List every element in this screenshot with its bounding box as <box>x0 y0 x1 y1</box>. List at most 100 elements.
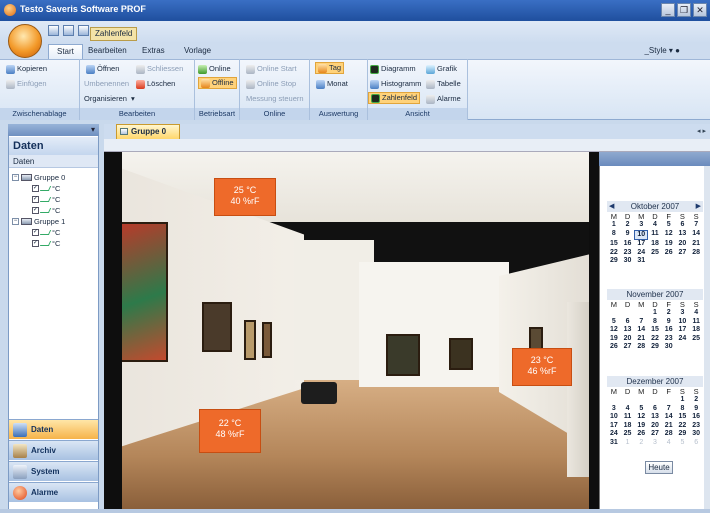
calendar-day[interactable]: 25 <box>648 249 662 258</box>
tab-scroll-arrows[interactable]: ◂ ▸ <box>697 127 706 135</box>
table-button[interactable]: Tabelle <box>426 78 461 90</box>
calendar-day[interactable]: 9 <box>689 405 703 414</box>
calendar-day[interactable]: 15 <box>648 326 662 335</box>
sensor-field[interactable]: 22 °C 48 %rF <box>199 409 261 453</box>
help-icon[interactable]: ● <box>675 46 680 55</box>
calendar-day[interactable]: 5 <box>607 318 621 327</box>
delete-button[interactable]: Löschen <box>136 78 175 90</box>
print-icon[interactable] <box>63 25 74 36</box>
calendar-day[interactable]: 23 <box>621 249 635 258</box>
sensor-field[interactable]: 23 °C 46 %rF <box>512 348 572 386</box>
tree-channel[interactable]: °C <box>32 183 60 194</box>
calendar-day[interactable]: 17 <box>676 326 690 335</box>
calendar-day[interactable]: 30 <box>662 343 676 352</box>
calendar-day[interactable]: 11 <box>621 413 635 422</box>
calendar-day[interactable]: 17 <box>634 240 648 249</box>
calendar-day[interactable]: 21 <box>634 335 648 344</box>
tree-group-0[interactable]: − Gruppe 0 <box>12 172 65 183</box>
tab-start[interactable]: Start <box>48 44 83 59</box>
calendar-day[interactable]: 27 <box>621 343 635 352</box>
calendar-day[interactable]: 15 <box>607 240 621 249</box>
calendar-day[interactable]: 1 <box>676 396 690 405</box>
calendar-day[interactable]: 31 <box>634 257 648 266</box>
calendar-day[interactable]: 9 <box>621 230 635 241</box>
calendar-day[interactable]: 14 <box>662 413 676 422</box>
calendar-day[interactable]: 8 <box>607 230 621 241</box>
sensor-field[interactable]: 25 °C 40 %rF <box>214 178 276 216</box>
calendar-day[interactable]: 7 <box>634 318 648 327</box>
calendar-day[interactable]: 2 <box>689 396 703 405</box>
calendar-day[interactable]: 6 <box>676 221 690 230</box>
checkbox[interactable] <box>32 240 39 247</box>
calendar-day[interactable]: 4 <box>621 405 635 414</box>
save-icon[interactable] <box>48 25 59 36</box>
calendar-day[interactable]: 12 <box>607 326 621 335</box>
calendar-day[interactable]: 28 <box>662 430 676 439</box>
calendar-day[interactable]: 7 <box>689 221 703 230</box>
calendar-day[interactable]: 19 <box>634 422 648 431</box>
close-icon[interactable]: ✕ <box>693 3 707 17</box>
calendar-day[interactable]: 28 <box>634 343 648 352</box>
document-tab-gruppe-0[interactable]: Gruppe 0 <box>116 124 180 139</box>
tab-bearbeiten[interactable]: Bearbeiten <box>80 44 135 59</box>
calendar-day[interactable]: 27 <box>648 430 662 439</box>
calendar-day[interactable]: 18 <box>689 326 703 335</box>
measurement-control-button[interactable]: Messung steuern <box>246 93 304 105</box>
online-stop-button[interactable]: Online Stop <box>246 78 296 90</box>
next-month-icon[interactable]: ▶ <box>696 201 701 212</box>
day-button[interactable]: Tag <box>315 62 345 74</box>
calendar-day[interactable]: 20 <box>621 335 635 344</box>
tree-channel[interactable]: °C <box>32 238 60 249</box>
nav-alarme[interactable]: Alarme <box>9 482 98 502</box>
calendar-day[interactable]: 8 <box>648 318 662 327</box>
copy-button[interactable]: Kopieren <box>6 63 47 75</box>
open-button[interactable]: Öffnen <box>86 63 119 75</box>
offline-mode-button[interactable]: Offline <box>198 77 237 89</box>
calendar-day[interactable]: 30 <box>689 430 703 439</box>
application-menu-button[interactable] <box>8 24 42 58</box>
view-type-combo[interactable]: Zahlenfeld <box>90 27 138 41</box>
alarms-view-button[interactable]: Alarme <box>426 93 461 105</box>
calendar-day[interactable]: 7 <box>662 405 676 414</box>
calendar-day-next-month[interactable]: 6 <box>689 439 703 448</box>
checkbox[interactable] <box>32 185 39 192</box>
calendar-day[interactable]: 8 <box>676 405 690 414</box>
calendar-day[interactable]: 25 <box>689 335 703 344</box>
style-menu[interactable]: _Style ▾ ● <box>644 46 680 55</box>
calendar-day[interactable]: 5 <box>634 405 648 414</box>
calendar-day[interactable]: 1 <box>648 309 662 318</box>
calendar-day-next-month[interactable]: 2 <box>634 439 648 448</box>
calendar-day[interactable]: 13 <box>648 413 662 422</box>
calendar-days[interactable]: 1 2 3 4 5 6 7 8 9 10 11 12 13 14 15 16 17 18 19 20 21 22 23 24 2… <box>607 309 703 352</box>
calendar-day[interactable]: 30 <box>621 257 635 266</box>
close-doc-button[interactable]: Schliessen <box>136 63 183 75</box>
nav-system[interactable]: System <box>9 461 98 481</box>
calendar-day[interactable]: 6 <box>648 405 662 414</box>
calendar-day[interactable]: 29 <box>607 257 621 266</box>
rename-button[interactable]: Umbenennen <box>84 78 129 90</box>
customize-icon[interactable] <box>78 25 89 36</box>
calendar-day[interactable]: 5 <box>662 221 676 230</box>
calendar-day[interactable]: 11 <box>689 318 703 327</box>
month-button[interactable]: Monat <box>316 78 348 90</box>
calendar-day[interactable]: 27 <box>676 249 690 258</box>
calendar-day[interactable]: 17 <box>607 422 621 431</box>
tree-channel[interactable]: °C <box>32 205 60 216</box>
nav-archiv[interactable]: Archiv <box>9 440 98 460</box>
calendar-day[interactable]: 16 <box>621 240 635 249</box>
collapse-icon[interactable]: − <box>12 174 19 181</box>
calendar-day[interactable]: 6 <box>621 318 635 327</box>
collapse-icon[interactable]: − <box>12 218 19 225</box>
tree-channel[interactable]: °C <box>32 227 60 238</box>
calendar-day[interactable]: 29 <box>648 343 662 352</box>
online-start-button[interactable]: Online Start <box>246 63 297 75</box>
checkbox[interactable] <box>32 207 39 214</box>
calendar-day[interactable]: 22 <box>607 249 621 258</box>
tab-extras[interactable]: Extras <box>134 44 173 59</box>
number-field-button[interactable]: Zahlenfeld <box>368 92 421 104</box>
calendar-day[interactable]: 14 <box>689 230 703 241</box>
calendar-day[interactable]: 3 <box>676 309 690 318</box>
calendar-day[interactable]: 19 <box>662 240 676 249</box>
calendar-day[interactable]: 1 <box>607 221 621 230</box>
calendar-day[interactable]: 21 <box>662 422 676 431</box>
